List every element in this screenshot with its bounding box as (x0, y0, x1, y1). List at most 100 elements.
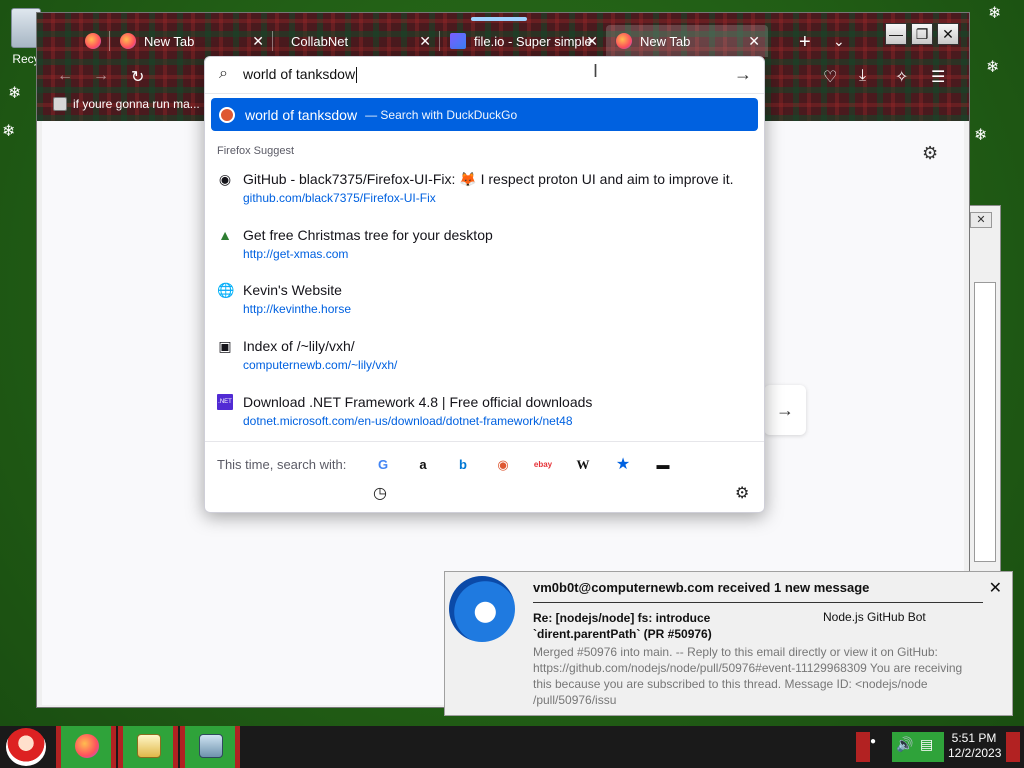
forward-arrow-icon[interactable]: → (93, 67, 109, 85)
divider (205, 93, 764, 94)
github-icon: ◉ (218, 171, 232, 187)
duckduckgo-icon[interactable]: ◉ (493, 455, 513, 475)
folder-icon (137, 734, 161, 758)
background-pane (974, 282, 996, 562)
file-io-icon (450, 33, 466, 49)
thunderbird-notification[interactable]: vm0b0t@computernewb.com received 1 new m… (444, 571, 1013, 716)
pocket-icon[interactable]: ♡ (823, 67, 837, 87)
taskbar: ● 🔊 ▤ 5:51 PM 12/2/2023 (0, 726, 1024, 768)
clock-date: 12/2/2023 (948, 746, 1002, 760)
globe-bookmark-icon: 🌐 (217, 282, 235, 298)
gear-icon[interactable]: ⚙ (922, 143, 938, 164)
notification-subject: Re: [nodejs/node] fs: introduce `dirent.… (533, 611, 712, 641)
google-icon[interactable]: G (373, 455, 393, 475)
tab-new-tab-active[interactable]: New Tab ✕ (606, 25, 768, 57)
christmas-tree-icon: ▲ (218, 227, 232, 243)
oneoff-label: This time, search with: (217, 457, 347, 472)
ebay-icon[interactable]: ebay (533, 455, 553, 475)
search-icon: ⌕ (219, 65, 228, 82)
tab-collabnet[interactable]: CollabNet ✕ (273, 25, 439, 57)
result-url: dotnet.microsoft.com/en-us/download/dotn… (243, 414, 573, 428)
dotnet-icon: .NET (217, 394, 233, 410)
urlbar-input-row[interactable]: ⌕ world of tanksdow I → (205, 57, 764, 93)
tab-label: New Tab (144, 33, 195, 49)
result-url: computernewb.com/~lily/vxh/ (243, 358, 398, 372)
tab-sound-indicator (471, 17, 527, 21)
heuristic-query: world of tanksdow (245, 106, 358, 123)
close-notification-button[interactable]: ✕ (989, 578, 1002, 598)
tray-decoration (856, 732, 870, 762)
firefox-icon (616, 33, 632, 49)
thunderbird-icon (449, 576, 515, 642)
taskbar-remote-desktop[interactable] (180, 726, 240, 768)
firefox-icon (85, 33, 101, 49)
notification-account: vm0b0t@computernewb.com received 1 new m… (533, 580, 870, 595)
tray-dot-icon: ● (870, 736, 877, 747)
close-tab-icon[interactable]: ✕ (419, 33, 431, 50)
url-input[interactable]: world of tanksdow (243, 66, 358, 84)
result-row[interactable]: ▲ Get free Christmas tree for your deskt… (217, 225, 757, 273)
result-title: GitHub - black7375/Firefox-UI-Fix: 🦊 I r… (243, 171, 734, 187)
computer-icon (53, 97, 67, 111)
group-label: Firefox Suggest (217, 145, 295, 157)
result-title: Get free Christmas tree for your desktop (243, 227, 493, 243)
close-tab-icon[interactable]: ✕ (252, 33, 264, 50)
wikipedia-icon[interactable]: W (573, 455, 593, 475)
result-row[interactable]: ◉ GitHub - black7375/Firefox-UI-Fix: 🦊 I… (217, 169, 757, 217)
tab-pinned-firefox[interactable] (75, 25, 109, 57)
network-icon[interactable]: ▤ (920, 736, 933, 753)
duckduckgo-icon (219, 106, 235, 123)
snowflake-icon: ❄ (988, 5, 1002, 22)
maximize-button[interactable]: ❐ (911, 23, 933, 45)
minimize-button[interactable]: — (885, 23, 907, 45)
taskbar-explorer[interactable] (118, 726, 178, 768)
taskbar-firefox[interactable] (56, 726, 116, 768)
settings-gear-icon[interactable]: ⚙ (735, 483, 749, 503)
tab-new-tab-1[interactable]: New Tab ✕ (110, 25, 272, 57)
result-url: http://get-xmas.com (243, 247, 349, 261)
bing-icon[interactable]: b (453, 455, 473, 475)
bookmarks-star-icon[interactable]: ★ (613, 455, 633, 475)
search-go-arrow-icon[interactable]: → (764, 385, 806, 435)
system-clock[interactable]: 5:51 PM 12/2/2023 (948, 731, 1002, 761)
close-tab-icon[interactable]: ✕ (586, 33, 598, 50)
start-button-santa-icon[interactable] (6, 728, 46, 766)
background-window: ✕ (965, 205, 1001, 575)
bookmark-item[interactable]: if youre gonna run ma... (53, 97, 200, 111)
result-row[interactable]: 🌐 Kevin's Website http://kevinthe.horse (217, 280, 757, 328)
downloads-icon[interactable]: ⤓ (859, 67, 866, 85)
menu-icon[interactable]: ☰ (931, 67, 945, 87)
bookmark-label: if youre gonna run ma... (73, 97, 200, 111)
result-row[interactable]: ▣ Index of /~lily/vxh/ computernewb.com/… (217, 336, 757, 384)
result-title: Kevin's Website (243, 282, 342, 298)
divider (533, 602, 983, 603)
tab-label: New Tab (640, 33, 691, 49)
snowflake-icon: ❄ (974, 127, 988, 144)
snowflake-icon: ❄ (8, 85, 22, 102)
urlbar-dropdown: ⌕ world of tanksdow I → world of tanksdo… (204, 56, 765, 513)
reload-icon[interactable]: ↻ (131, 67, 144, 87)
volume-icon[interactable]: 🔊 (896, 736, 913, 753)
result-row[interactable]: .NET Download .NET Framework 4.8 | Free … (217, 392, 757, 440)
show-desktop-button[interactable] (1006, 732, 1020, 762)
tabs: New Tab ✕ CollabNet ✕ file.io - Super si… (75, 25, 768, 57)
close-window-button[interactable]: ✕ (937, 23, 959, 45)
tab-file-io[interactable]: file.io - Super simple ✕ (440, 25, 606, 57)
extensions-icon[interactable]: ✧ (895, 67, 908, 87)
firefox-icon (120, 33, 136, 49)
computer-icon (199, 734, 223, 758)
heuristic-result[interactable]: world of tanksdow — Search with DuckDuck… (211, 98, 758, 131)
snowflake-icon: ❄ (2, 123, 16, 140)
text-caret (356, 67, 358, 84)
amazon-icon[interactable]: a (413, 455, 433, 475)
notification-sender: Node.js GitHub Bot (823, 610, 926, 624)
go-arrow-icon[interactable]: → (734, 64, 752, 85)
history-clock-icon[interactable]: ◷ (373, 483, 387, 503)
notification-body: Merged #50976 into main. -- Reply to thi… (533, 645, 963, 707)
close-tab-icon[interactable]: ✕ (748, 33, 760, 50)
back-arrow-icon[interactable]: ← (57, 67, 73, 85)
tabs-icon[interactable]: ▬ (653, 455, 673, 475)
new-tab-button[interactable]: + (799, 31, 811, 54)
list-all-tabs-button[interactable]: ⌄ (833, 33, 845, 50)
close-icon[interactable]: ✕ (970, 212, 992, 228)
